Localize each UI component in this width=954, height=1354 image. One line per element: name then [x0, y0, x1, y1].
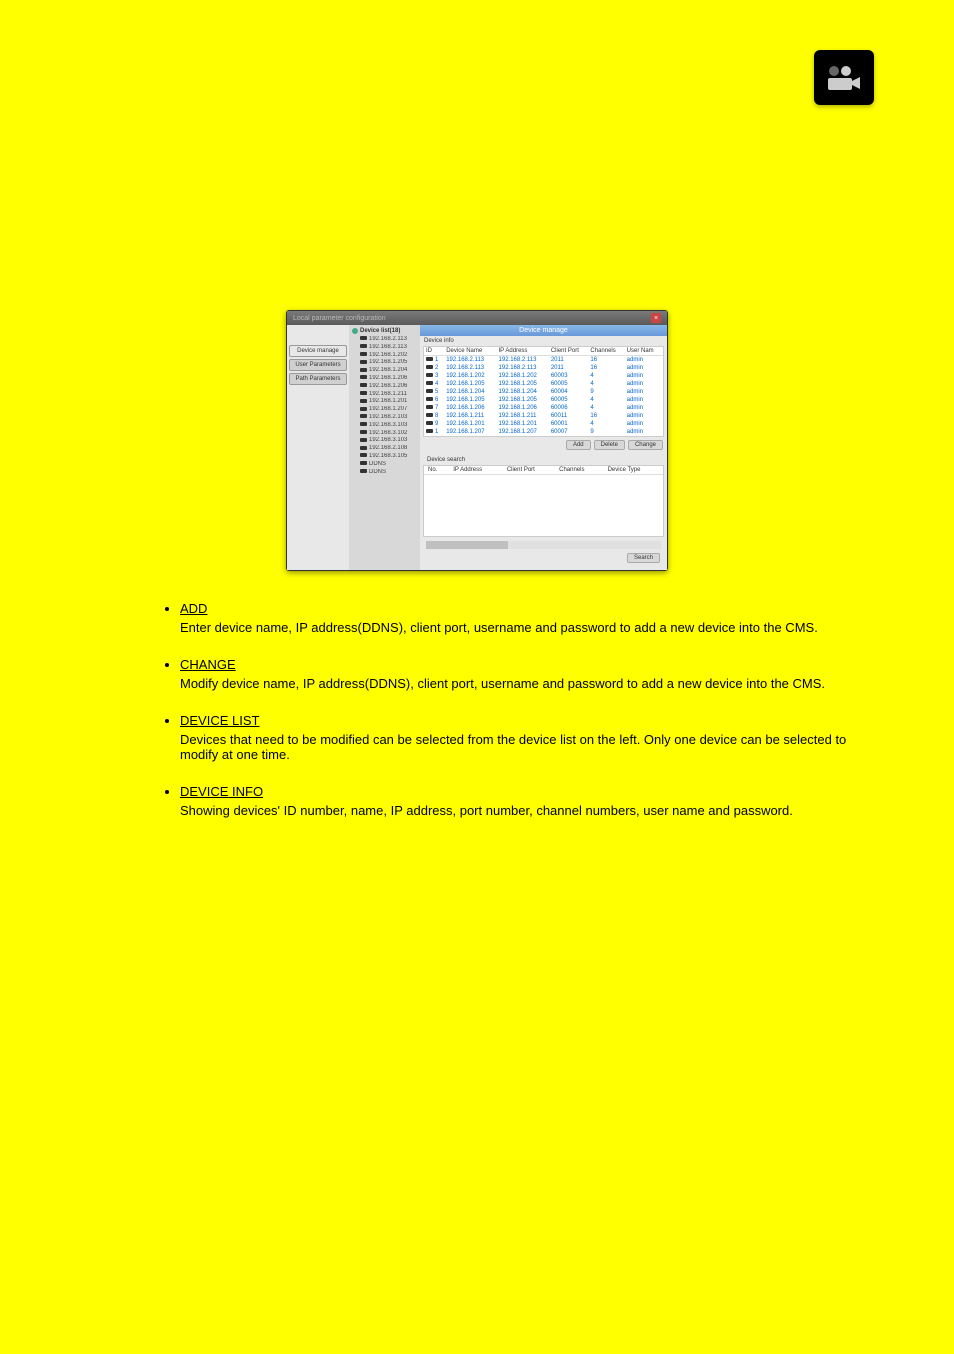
search-button[interactable]: Search — [627, 553, 660, 563]
table-row[interactable]: 3192.168.1.202192.168.1.202600034admin — [424, 372, 663, 380]
device-list-item[interactable]: 192.168.1.207 — [352, 406, 417, 414]
table-header: Channels — [555, 466, 603, 475]
app-logo-icon — [814, 50, 874, 105]
delete-button[interactable]: Delete — [594, 440, 625, 450]
table-header: Device Type — [604, 466, 663, 475]
tab-device-manage[interactable]: Device manage — [289, 345, 347, 357]
table-row[interactable]: 1192.168.2.113192.168.2.113201116admin — [424, 356, 663, 365]
device-list-item[interactable]: 192.168.3.103 — [352, 437, 417, 445]
device-list-item[interactable]: 192.168.2.113 — [352, 344, 417, 352]
device-list-item[interactable]: 192.168.1.202 — [352, 352, 417, 360]
table-header: Client Port — [549, 347, 589, 356]
device-list-item[interactable]: 192.168.1.206 — [352, 383, 417, 391]
device-info-title: Device info — [420, 336, 667, 346]
table-header: Client Port — [503, 466, 555, 475]
bullet-device-info: DEVICE INFO Showing devices' ID number, … — [180, 784, 874, 818]
device-search-title: Device search — [423, 455, 664, 465]
bullet-device-list-desc: Devices that need to be modified can be … — [180, 732, 874, 762]
device-list-item[interactable]: 192.168.2.113 — [352, 336, 417, 344]
table-header: User Nam — [625, 347, 663, 356]
bullet-add-desc: Enter device name, IP address(DDNS), cli… — [180, 620, 874, 635]
tab-user-parameters[interactable]: User Parameters — [289, 359, 347, 371]
device-list-item[interactable]: 192.168.1.205 — [352, 359, 417, 367]
bullet-change: CHANGE Modify device name, IP address(DD… — [180, 657, 874, 691]
table-row[interactable]: 1192.168.1.207192.168.1.207600079admin — [424, 428, 663, 436]
config-dialog-screenshot: Local parameter configuration × Device m… — [286, 310, 668, 571]
device-list-panel: Device list(18) 192.168.2.113192.168.2.1… — [349, 325, 420, 570]
device-list-item[interactable]: 192.168.3.102 — [352, 430, 417, 438]
table-row[interactable]: 9192.168.1.201192.168.1.201600014admin — [424, 420, 663, 428]
add-button[interactable]: Add — [566, 440, 591, 450]
device-list-item[interactable]: 192.168.3.105 — [352, 453, 417, 461]
bullet-device-list: DEVICE LIST Devices that need to be modi… — [180, 713, 874, 762]
bullet-device-info-heading: DEVICE INFO — [180, 784, 263, 799]
device-list-header: Device list(18) — [352, 328, 417, 334]
bullet-device-list-heading: DEVICE LIST — [180, 713, 259, 728]
table-header: ID — [424, 347, 444, 356]
table-row[interactable]: 4192.168.1.205192.168.1.205600054admin — [424, 380, 663, 388]
device-list-item[interactable]: 192.168.1.201 — [352, 398, 417, 406]
bullet-device-info-desc: Showing devices' ID number, name, IP add… — [180, 803, 874, 818]
device-list-item[interactable]: 192.168.1.206 — [352, 375, 417, 383]
documentation-bullets: ADD Enter device name, IP address(DDNS),… — [140, 601, 874, 818]
device-list-item[interactable]: 192.168.2.108 — [352, 445, 417, 453]
table-row[interactable]: 7192.168.1.206192.168.1.206600064admin — [424, 404, 663, 412]
table-row[interactable]: 2192.168.2.113192.168.2.113201116admin — [424, 364, 663, 372]
device-list-item[interactable]: 192.168.2.103 — [352, 414, 417, 422]
device-list-item[interactable]: DDNS — [352, 461, 417, 469]
window-title: Local parameter configuration — [293, 315, 386, 322]
bullet-add-heading: ADD — [180, 601, 207, 616]
table-header: IP Address — [449, 466, 503, 475]
device-info-table: IDDevice NameIP AddressClient PortChanne… — [423, 346, 664, 437]
table-header: No. — [424, 466, 449, 475]
table-header: IP Address — [497, 347, 549, 356]
close-icon[interactable]: × — [651, 313, 661, 323]
bullet-change-desc: Modify device name, IP address(DDNS), cl… — [180, 676, 874, 691]
change-button[interactable]: Change — [628, 440, 663, 450]
table-header: Device Name — [444, 347, 496, 356]
table-row[interactable]: 6192.168.1.205192.168.1.205600054admin — [424, 396, 663, 404]
section-title: Device manage — [420, 325, 667, 336]
bullet-change-heading: CHANGE — [180, 657, 236, 672]
bullet-add: ADD Enter device name, IP address(DDNS),… — [180, 601, 874, 635]
table-row[interactable]: 5192.168.1.204192.168.1.204600049admin — [424, 388, 663, 396]
device-list-item[interactable]: 192.168.3.103 — [352, 422, 417, 430]
window-titlebar: Local parameter configuration × — [287, 311, 667, 325]
device-search-table: No.IP AddressClient PortChannelsDevice T… — [423, 465, 664, 537]
horizontal-scrollbar[interactable] — [426, 541, 661, 549]
table-row[interactable]: 8192.168.1.211192.168.1.2116001116admin — [424, 412, 663, 420]
table-header: Channels — [588, 347, 624, 356]
device-list-item[interactable]: 192.168.1.204 — [352, 367, 417, 375]
tab-path-parameters[interactable]: Path Parameters — [289, 373, 347, 385]
device-list-item[interactable]: 192.168.1.211 — [352, 391, 417, 399]
device-list-item[interactable]: DDNS — [352, 469, 417, 477]
